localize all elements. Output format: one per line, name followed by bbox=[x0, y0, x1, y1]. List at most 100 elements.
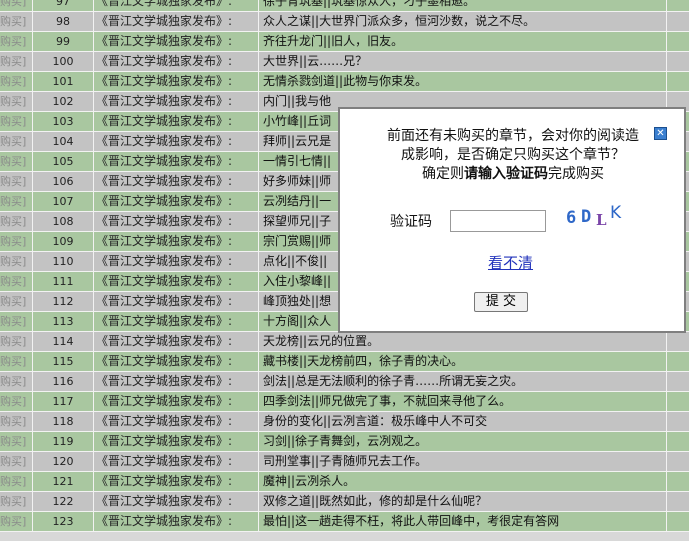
chapter-publisher: 《晋江文学城独家发布》: bbox=[96, 434, 233, 448]
chapter-title[interactable]: 众人之谋||大世界门派众多，恒河沙数，说之不尽。 bbox=[258, 12, 669, 31]
chapter-title[interactable]: 徐子青筑基||筑基惊众人，刁子墨相邀。 bbox=[258, 0, 669, 11]
buy-link[interactable]: 购买] bbox=[0, 412, 28, 431]
chapter-row: 购买] 118 《晋江文学城独家发布》: 身份的变化||云冽言道：极乐峰中人不可交 bbox=[0, 412, 689, 432]
chapter-title[interactable]: 司刑堂事||子青随师兄去工作。 bbox=[258, 452, 669, 471]
chapter-title[interactable]: 四季剑法||师兄做完了事，不就回来寻他了么。 bbox=[258, 392, 669, 411]
chapter-publisher: 《晋江文学城独家发布》: bbox=[96, 74, 233, 88]
chapter-row: 购买] 114 《晋江文学城独家发布》: 天龙榜||云兄的位置。 bbox=[0, 332, 689, 352]
chapter-title[interactable]: 天龙榜||云兄的位置。 bbox=[258, 332, 669, 351]
message-line-3-prefix: 确定则 bbox=[422, 166, 464, 182]
chapter-row: 购买] 115 《晋江文学城独家发布》: 藏书楼||天龙榜前四，徐子青的决心。 bbox=[0, 352, 689, 372]
buy-link[interactable]: 购买] bbox=[0, 232, 28, 251]
captcha-image: 6 D L K bbox=[566, 203, 622, 228]
chapter-row: 购买] 123 《晋江文学城独家发布》: 最怕||这一趟走得不枉，将此人带回峰中，考很… bbox=[0, 512, 689, 532]
chapter-title[interactable]: 最怕||这一趟走得不枉，将此人带回峰中，考很定有答网 bbox=[258, 512, 669, 531]
row-tail-cell bbox=[666, 12, 689, 31]
chapter-title[interactable]: 双修之道||既然如此，修的却是什么仙呢？ bbox=[258, 492, 669, 511]
captcha-char-4: K bbox=[610, 203, 622, 223]
buy-link[interactable]: 购买] bbox=[0, 72, 28, 91]
chapter-number: 110 bbox=[32, 252, 94, 271]
chapter-row: 购买] 116 《晋江文学城独家发布》: 剑法||总是无法顺利的徐子青……所谓无妄之灾… bbox=[0, 372, 689, 392]
buy-link[interactable]: 购买] bbox=[0, 332, 28, 351]
chapter-number: 100 bbox=[32, 52, 94, 71]
buy-link[interactable]: 购买] bbox=[0, 432, 28, 451]
buy-link[interactable]: 购买] bbox=[0, 452, 28, 471]
chapter-publisher: 《晋江文学城独家发布》: bbox=[96, 314, 233, 328]
buy-link[interactable]: 购买] bbox=[0, 472, 28, 491]
chapter-publisher: 《晋江文学城独家发布》: bbox=[96, 354, 233, 368]
buy-link[interactable]: 购买] bbox=[0, 12, 28, 31]
submit-button[interactable]: 提 交 bbox=[474, 292, 528, 312]
row-tail-cell bbox=[666, 352, 689, 371]
close-icon[interactable]: ✕ bbox=[654, 127, 667, 140]
chapter-publisher: 《晋江文学城独家发布》: bbox=[96, 154, 233, 168]
buy-link[interactable]: 购买] bbox=[0, 212, 28, 231]
chapter-number: 117 bbox=[32, 392, 94, 411]
chapter-title[interactable]: 魔神||云冽杀人。 bbox=[258, 472, 669, 491]
chapter-publisher: 《晋江文学城独家发布》: bbox=[96, 334, 233, 348]
buy-link[interactable]: 购买] bbox=[0, 392, 28, 411]
chapter-number: 112 bbox=[32, 292, 94, 311]
captcha-char-2: D bbox=[581, 207, 591, 227]
chapter-publisher: 《晋江文学城独家发布》: bbox=[96, 394, 233, 408]
chapter-number: 113 bbox=[32, 312, 94, 331]
chapter-publisher: 《晋江文学城独家发布》: bbox=[96, 514, 233, 528]
row-tail-cell bbox=[666, 512, 689, 531]
chapter-publisher: 《晋江文学城独家发布》: bbox=[96, 374, 233, 388]
buy-link[interactable]: 购买] bbox=[0, 32, 28, 51]
buy-link[interactable]: 购买] bbox=[0, 512, 28, 531]
chapter-number: 122 bbox=[32, 492, 94, 511]
row-tail-cell bbox=[666, 372, 689, 391]
message-line-3-bold: 请输入验证码 bbox=[464, 166, 548, 182]
buy-link[interactable]: 购买] bbox=[0, 252, 28, 271]
chapter-publisher: 《晋江文学城独家发布》: bbox=[96, 454, 233, 468]
chapter-title[interactable]: 剑法||总是无法顺利的徐子青……所谓无妄之灾。 bbox=[258, 372, 669, 391]
chapter-number: 104 bbox=[32, 132, 94, 151]
buy-link[interactable]: 购买] bbox=[0, 0, 28, 11]
row-tail-cell bbox=[666, 432, 689, 451]
row-tail-cell bbox=[666, 52, 689, 71]
chapter-publisher: 《晋江文学城独家发布》: bbox=[96, 34, 233, 48]
chapter-publisher: 《晋江文学城独家发布》: bbox=[96, 494, 233, 508]
buy-link[interactable]: 购买] bbox=[0, 272, 28, 291]
buy-link[interactable]: 购买] bbox=[0, 92, 28, 111]
chapter-number: 119 bbox=[32, 432, 94, 451]
chapter-publisher: 《晋江文学城独家发布》: bbox=[96, 54, 233, 68]
buy-link[interactable]: 购买] bbox=[0, 112, 28, 131]
buy-link[interactable]: 购买] bbox=[0, 52, 28, 71]
chapter-title[interactable]: 齐往升龙门||旧人，旧友。 bbox=[258, 32, 669, 51]
buy-link[interactable]: 购买] bbox=[0, 152, 28, 171]
chapter-title[interactable]: 习剑||徐子青舞剑，云冽观之。 bbox=[258, 432, 669, 451]
chapter-publisher: 《晋江文学城独家发布》: bbox=[96, 294, 233, 308]
chapter-number: 97 bbox=[32, 0, 94, 11]
chapter-number: 114 bbox=[32, 332, 94, 351]
message-line-2: 成影响，是否确定只购买这个章节？ bbox=[401, 147, 625, 163]
captcha-label: 验证码 bbox=[390, 214, 432, 230]
chapter-publisher: 《晋江文学城独家发布》: bbox=[96, 134, 233, 148]
buy-link[interactable]: 购买] bbox=[0, 372, 28, 391]
chapter-row: 购买] 101 《晋江文学城独家发布》: 无情杀戮剑道||此物与你束发。 bbox=[0, 72, 689, 92]
dialog-message: 前面还有未购买的章节，会对你的阅读造 成影响，是否确定只购买这个章节？ 确定则请… bbox=[358, 127, 668, 184]
buy-link[interactable]: 购买] bbox=[0, 132, 28, 151]
chapter-number: 111 bbox=[32, 272, 94, 291]
chapter-row: 购买] 122 《晋江文学城独家发布》: 双修之道||既然如此，修的却是什么仙呢？ bbox=[0, 492, 689, 512]
buy-link[interactable]: 购买] bbox=[0, 352, 28, 371]
buy-link[interactable]: 购买] bbox=[0, 312, 28, 331]
chapter-number: 105 bbox=[32, 152, 94, 171]
message-line-1: 前面还有未购买的章节，会对你的阅读造 bbox=[387, 128, 639, 144]
chapter-number: 115 bbox=[32, 352, 94, 371]
chapter-number: 102 bbox=[32, 92, 94, 111]
captcha-input[interactable] bbox=[450, 210, 546, 232]
buy-link[interactable]: 购买] bbox=[0, 492, 28, 511]
buy-link[interactable]: 购买] bbox=[0, 292, 28, 311]
chapter-title[interactable]: 身份的变化||云冽言道：极乐峰中人不可交 bbox=[258, 412, 669, 431]
chapter-title[interactable]: 藏书楼||天龙榜前四，徐子青的决心。 bbox=[258, 352, 669, 371]
buy-link[interactable]: 购买] bbox=[0, 172, 28, 191]
chapter-title[interactable]: 无情杀戮剑道||此物与你束发。 bbox=[258, 72, 669, 91]
row-tail-cell bbox=[666, 452, 689, 471]
chapter-number: 106 bbox=[32, 172, 94, 191]
chapter-row: 购买] 119 《晋江文学城独家发布》: 习剑||徐子青舞剑，云冽观之。 bbox=[0, 432, 689, 452]
buy-link[interactable]: 购买] bbox=[0, 192, 28, 211]
refresh-captcha-link[interactable]: 看不清 bbox=[488, 252, 533, 273]
chapter-title[interactable]: 大世界||云……兄？ bbox=[258, 52, 669, 71]
